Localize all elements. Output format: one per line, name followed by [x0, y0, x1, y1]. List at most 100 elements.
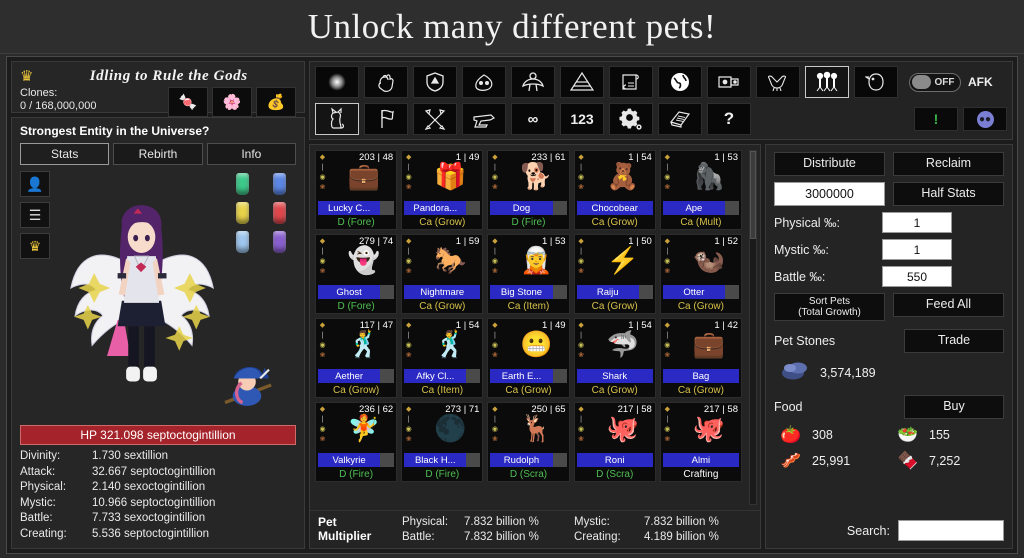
- pet-name: Otter: [662, 285, 725, 299]
- pet-name-bar[interactable]: Rudolph: [490, 453, 567, 467]
- profile-icon[interactable]: 👤: [20, 171, 50, 197]
- person-icon[interactable]: [511, 66, 555, 98]
- pet-name-bar[interactable]: Pandora...: [404, 201, 481, 215]
- gem-lightblue[interactable]: [236, 231, 249, 253]
- pet-card[interactable]: ◆ ❘ ◉ ❀ 233 | 61 🐕 Dog D (Fire): [487, 150, 570, 230]
- pet-card[interactable]: ◆ ❘ ◉ ❀ 250 | 65 🦌 Rudolph D (Scra): [487, 402, 570, 482]
- book-icon[interactable]: [658, 103, 702, 135]
- pet-card[interactable]: ◆ ❘ ◉ ❀ 1 | 54 🦈 Shark Ca (Grow): [573, 318, 656, 398]
- alert-button[interactable]: !: [914, 107, 958, 131]
- gem-purple[interactable]: [273, 231, 286, 253]
- pet-name-bar[interactable]: Dog: [490, 201, 567, 215]
- pets-scrollbar[interactable]: [746, 145, 760, 510]
- pet-card[interactable]: ◆ ❘ ◉ ❀ 1 | 52 🦦 Otter Ca (Grow): [659, 234, 742, 314]
- slime-icon[interactable]: [462, 66, 506, 98]
- amount-input[interactable]: 3000000: [774, 182, 885, 206]
- three-figures-icon[interactable]: [805, 66, 849, 98]
- stat-value: 5.536 septoctogintillion: [92, 527, 209, 540]
- battle-percent-input[interactable]: 550: [882, 266, 952, 287]
- infinity-icon[interactable]: ∞: [511, 103, 555, 135]
- physical-percent-input[interactable]: 1: [882, 212, 952, 233]
- trade-button[interactable]: Trade: [904, 329, 1004, 353]
- menu-icon[interactable]: ☰: [20, 202, 50, 228]
- pet-card[interactable]: ◆ ❘ ◉ ❀ 117 | 47 🕺 Aether Ca (Grow): [315, 318, 398, 398]
- pet-name-bar[interactable]: Ape: [662, 201, 739, 215]
- pet-name-bar[interactable]: Black H...: [404, 453, 481, 467]
- pet-card[interactable]: ◆ ❘ ◉ ❀ 1 | 49 🎁 Pandora... Ca (Grow): [401, 150, 484, 230]
- pet-card[interactable]: ◆ ❘ ◉ ❀ 1 | 53 🧝 Big Stone Ca (Item): [487, 234, 570, 314]
- gear-icon[interactable]: [609, 103, 653, 135]
- search-input[interactable]: [898, 520, 1004, 541]
- pet-card[interactable]: ◆ ❘ ◉ ❀ 273 | 71 🌑 Black H... D (Fire): [401, 402, 484, 482]
- glow-orb-icon[interactable]: [315, 66, 359, 98]
- crossed-swords-icon[interactable]: [413, 103, 457, 135]
- dragon-icon[interactable]: [756, 66, 800, 98]
- tab-stats[interactable]: Stats: [20, 143, 110, 165]
- scrollbar-thumb[interactable]: [750, 151, 756, 240]
- pet-name-bar[interactable]: Afky Cl...: [404, 369, 481, 383]
- pet-name-bar[interactable]: Raiju: [576, 285, 653, 299]
- device-icon[interactable]: [707, 66, 751, 98]
- crown-icon[interactable]: ♛: [20, 233, 50, 259]
- pet-name-bar[interactable]: Otter: [662, 285, 739, 299]
- anvil-icon[interactable]: [462, 103, 506, 135]
- candy-icon[interactable]: 🍬: [168, 87, 208, 117]
- numbers-icon[interactable]: 123: [560, 103, 604, 135]
- pet-name-bar[interactable]: Big Stone: [490, 285, 567, 299]
- pet-card[interactable]: ◆ ❘ ◉ ❀ 217 | 58 🐙 Roni D (Scra): [573, 402, 656, 482]
- pet-card[interactable]: ◆ ❘ ◉ ❀ 217 | 58 🐙 Almi Crafting: [659, 402, 742, 482]
- discord-button[interactable]: ●●: [963, 107, 1007, 131]
- pet-card[interactable]: ◆ ❘ ◉ ❀ 279 | 74 👻 Ghost D (Fore): [315, 234, 398, 314]
- half-stats-button[interactable]: Half Stats: [893, 182, 1004, 206]
- flag-icon[interactable]: [364, 103, 408, 135]
- reclaim-button[interactable]: Reclaim: [893, 152, 1004, 176]
- tab-rebirth[interactable]: Rebirth: [113, 143, 203, 165]
- scrollbar-track[interactable]: [749, 150, 757, 505]
- gem-yellow[interactable]: [236, 202, 249, 224]
- pet-card[interactable]: ◆ ❘ ◉ ❀ 1 | 50 ⚡ Raiju Ca (Grow): [573, 234, 656, 314]
- pet-card[interactable]: ◆ ❘ ◉ ❀ 1 | 53 🦍 Ape Ca (Mult): [659, 150, 742, 230]
- question-icon[interactable]: ?: [707, 103, 751, 135]
- globe-icon[interactable]: [658, 66, 702, 98]
- fist-icon[interactable]: [364, 66, 408, 98]
- pet-card[interactable]: ◆ ❘ ◉ ❀ 236 | 62 🧚 Valkyrie D (Fire): [315, 402, 398, 482]
- pet-card[interactable]: ◆ ❘ ◉ ❀ 1 | 59 🐎 Nightmare Ca (Grow): [401, 234, 484, 314]
- pet-name-bar[interactable]: Almi: [662, 453, 739, 467]
- pet-card[interactable]: ◆ ❘ ◉ ❀ 1 | 42 💼 Bag Ca (Grow): [659, 318, 742, 398]
- pet-name-bar[interactable]: Shark: [576, 369, 653, 383]
- pet-card[interactable]: ◆ ❘ ◉ ❀ 1 | 54 🧸 Chocobear Ca (Grow): [573, 150, 656, 230]
- pet-name: Big Stone: [490, 285, 553, 299]
- pet-type-label: Ca (Item): [507, 300, 550, 312]
- gem-blue[interactable]: [273, 173, 286, 195]
- bird-icon[interactable]: [854, 66, 898, 98]
- pet-name-bar[interactable]: Earth E...: [490, 369, 567, 383]
- stat-value: 7.733 sexoctogintillion: [92, 512, 206, 524]
- pet-name-bar[interactable]: Lucky C...: [318, 201, 395, 215]
- pet-name-bar[interactable]: Chocobear: [576, 201, 653, 215]
- pet-card[interactable]: ◆ ❘ ◉ ❀ 203 | 48 💼 Lucky C... D (Fore): [315, 150, 398, 230]
- buy-button[interactable]: Buy: [904, 395, 1004, 419]
- pet-name-bar[interactable]: Nightmare: [404, 285, 481, 299]
- tab-info[interactable]: Info: [206, 143, 296, 165]
- gem-red[interactable]: [273, 202, 286, 224]
- distribute-button[interactable]: Distribute: [774, 152, 885, 176]
- afk-toggle[interactable]: OFF: [909, 72, 961, 92]
- pet-name-bar[interactable]: Aether: [318, 369, 395, 383]
- pet-card-art-area: ◆ ❘ ◉ ❀ 1 | 49 😬: [488, 319, 568, 369]
- sort-pets-button[interactable]: Sort Pets (Total Growth): [774, 293, 885, 321]
- pet-name-bar[interactable]: Bag: [662, 369, 739, 383]
- pet-name-bar[interactable]: Roni: [576, 453, 653, 467]
- pet-name-bar[interactable]: Valkyrie: [318, 453, 395, 467]
- feed-all-button[interactable]: Feed All: [893, 293, 1004, 317]
- pyramid-icon[interactable]: [560, 66, 604, 98]
- flower-icon[interactable]: 🌸: [212, 87, 252, 117]
- gem-green[interactable]: [236, 173, 249, 195]
- pet-card[interactable]: ◆ ❘ ◉ ❀ 1 | 54 🕺 Afky Cl... Ca (Item): [401, 318, 484, 398]
- scroll-icon[interactable]: [609, 66, 653, 98]
- shield-icon[interactable]: [413, 66, 457, 98]
- pet-card[interactable]: ◆ ❘ ◉ ❀ 1 | 49 😬 Earth E... Ca (Grow): [487, 318, 570, 398]
- gold-icon[interactable]: 💰: [256, 87, 296, 117]
- cat-icon[interactable]: [315, 103, 359, 135]
- mystic-percent-input[interactable]: 1: [882, 239, 952, 260]
- pet-name-bar[interactable]: Ghost: [318, 285, 395, 299]
